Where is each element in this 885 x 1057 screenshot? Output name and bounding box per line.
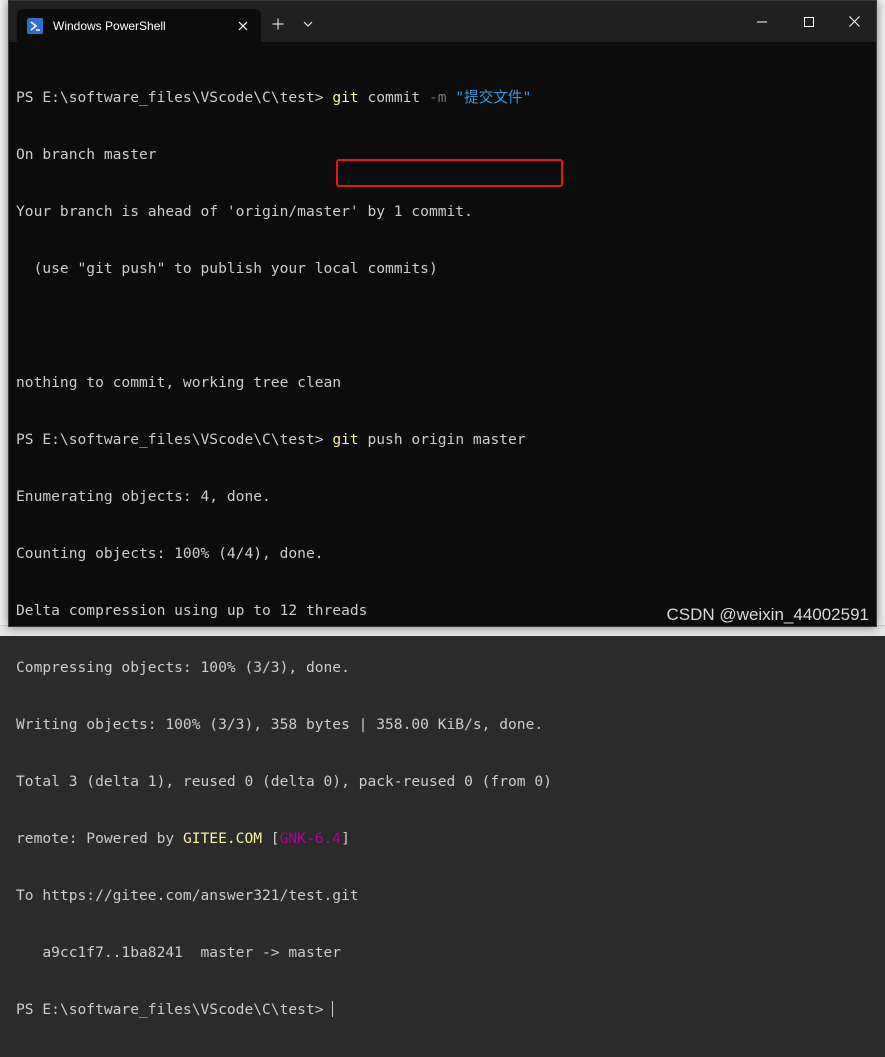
terminal-line: Your branch is ahead of 'origin/master' … [16,202,866,221]
terminal-line: PS E:\software_files\VScode\C\test> [16,1000,866,1019]
prompt: PS E:\software_files\VScode\C\test> [16,89,324,106]
command-string: "提交文件" [455,89,531,106]
maximize-button[interactable] [786,1,832,42]
new-tab-button[interactable] [267,13,289,35]
prompt: PS E:\software_files\VScode\C\test> [16,1001,324,1018]
terminal-line: Enumerating objects: 4, done. [16,487,866,506]
terminal-line: nothing to commit, working tree clean [16,373,866,392]
gitee-brand: GITEE.COM [183,830,262,847]
terminal-line: Total 3 (delta 1), reused 0 (delta 0), p… [16,772,866,791]
watermark: CSDN @weixin_44002591 [667,605,869,625]
command-name: git [332,431,358,448]
tab-windows-powershell[interactable]: Windows PowerShell [17,9,261,42]
terminal-line: PS E:\software_files\VScode\C\test> git … [16,430,866,449]
powershell-icon [27,18,43,34]
powershell-window: Windows PowerShell [8,0,877,627]
text-cursor [332,1001,333,1017]
tab-close-icon[interactable] [235,18,251,34]
terminal-line: Compressing objects: 100% (3/3), done. [16,658,866,677]
bracket-open: [ [262,830,280,847]
terminal-line: Counting objects: 100% (4/4), done. [16,544,866,563]
terminal-line: a9cc1f7..1ba8241 master -> master [16,943,866,962]
terminal-line: Writing objects: 100% (3/3), 358 bytes |… [16,715,866,734]
prompt: PS E:\software_files\VScode\C\test> [16,431,324,448]
command-name: git [332,89,358,106]
terminal-line: To https://gitee.com/answer321/test.git [16,886,866,905]
tab-dropdown-button[interactable] [297,13,319,35]
command-flag: -m [429,89,447,106]
chevron-down-icon [303,21,313,27]
highlight-annotation-box [336,159,563,187]
close-icon [849,16,860,27]
gnk-version: GNK-6.4 [280,830,342,847]
command-args: push origin master [359,431,526,448]
close-button[interactable] [831,1,877,42]
command-args: commit [359,89,429,106]
title-bar: Windows PowerShell [9,1,876,42]
terminal-scrollbar[interactable] [867,42,875,626]
remote-prefix: remote: Powered by [16,830,183,847]
maximize-icon [804,17,814,27]
tab-title: Windows PowerShell [53,19,235,33]
terminal-line: remote: Powered by GITEE.COM [GNK-6.4] [16,829,866,848]
plus-icon [272,18,284,30]
terminal-line: (use "git push" to publish your local co… [16,259,866,278]
terminal-line [16,316,866,335]
minimize-icon [757,21,767,23]
terminal-output[interactable]: PS E:\software_files\VScode\C\test> git … [16,50,866,1057]
minimize-button[interactable] [739,1,785,42]
terminal-line: PS E:\software_files\VScode\C\test> git … [16,88,866,107]
bracket-close: ] [341,830,350,847]
